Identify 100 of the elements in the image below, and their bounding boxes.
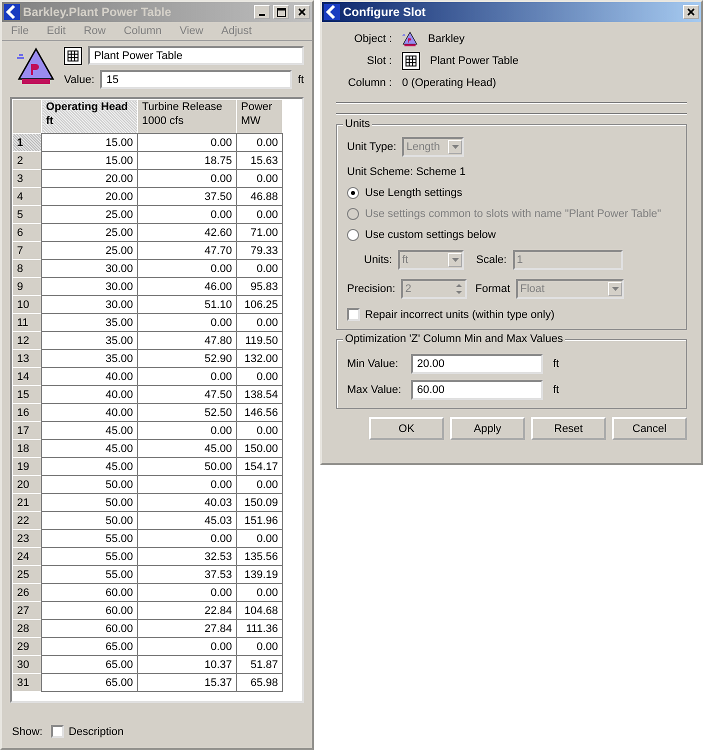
row-header[interactable]: 30: [12, 656, 42, 674]
row-header[interactable]: 13: [12, 350, 42, 368]
table-cell: 46.00: [138, 278, 236, 296]
table-cell: 0.00: [236, 314, 282, 332]
unit-scheme-text: Unit Scheme: Scheme 1: [347, 166, 467, 178]
table-cell: 51.10: [138, 296, 236, 314]
slot-name-field[interactable]: Plant Power Table: [88, 46, 304, 65]
table-cell: 0.00: [236, 206, 282, 224]
table-cell: 0.00: [236, 368, 282, 386]
repair-checkbox[interactable]: [347, 308, 360, 321]
row-header[interactable]: 23: [12, 530, 42, 548]
table-cell: 27.84: [138, 620, 236, 638]
info-label: Column :: [346, 77, 392, 89]
close-button[interactable]: [683, 5, 699, 19]
table-cell: 0.00: [236, 530, 282, 548]
unit-label: ft: [298, 74, 304, 86]
input-field[interactable]: 20.00: [411, 354, 543, 374]
table-cell: 55.00: [42, 548, 138, 566]
table-cell: 0.00: [236, 170, 282, 188]
radio-label: Use Length settings: [365, 187, 462, 199]
table-cell: 0.00: [138, 584, 236, 602]
input-field[interactable]: 60.00: [411, 380, 543, 400]
table-cell: 55.00: [42, 530, 138, 548]
info-label: Object :: [353, 33, 392, 45]
table-cell: 37.50: [138, 188, 236, 206]
table-cell: 0.00: [138, 530, 236, 548]
table-cell: 106.25: [236, 296, 282, 314]
dropdown-arrow-icon: [452, 145, 459, 149]
table-cell: 25.00: [42, 224, 138, 242]
row-header[interactable]: 27: [12, 602, 42, 620]
table-cell: 15.00: [42, 134, 138, 152]
radio-button[interactable]: [347, 229, 359, 241]
dam-icon: [402, 31, 418, 47]
description-checkbox[interactable]: [50, 725, 64, 738]
table-cell: 45.00: [42, 422, 138, 440]
row-header[interactable]: 7: [12, 242, 42, 260]
row-header[interactable]: 22: [12, 512, 42, 530]
dialog-button[interactable]: Reset: [531, 417, 606, 440]
table-cell: 60.00: [42, 602, 138, 620]
row-header[interactable]: 3: [12, 170, 42, 188]
dialog-button[interactable]: Apply: [450, 417, 525, 440]
table-cell: 119.50: [236, 332, 282, 350]
radio-button[interactable]: [347, 187, 359, 199]
table-cell: 52.50: [138, 404, 236, 422]
row-header[interactable]: 28: [12, 620, 42, 638]
value-field[interactable]: 15: [100, 70, 292, 89]
row-header[interactable]: 26: [12, 584, 42, 602]
table-cell: 32.53: [138, 548, 236, 566]
row-header[interactable]: 4: [12, 188, 42, 206]
table-cell: 139.19: [236, 566, 282, 584]
column-header[interactable]: Power MW: [236, 100, 282, 134]
table-cell: 0.00: [236, 422, 282, 440]
unit-type-label: Unit Type:: [347, 141, 396, 153]
table-cell: 0.00: [236, 584, 282, 602]
show-label: Show:: [12, 726, 43, 738]
table-cell: 51.87: [236, 656, 282, 674]
row-header[interactable]: 29: [12, 638, 42, 656]
table-cell: 40.03: [138, 494, 236, 512]
column-header[interactable]: Operating Head ft: [42, 100, 138, 134]
table-cell: 65.98: [236, 674, 282, 692]
row-header[interactable]: 2: [12, 152, 42, 170]
row-header[interactable]: 25: [12, 566, 42, 584]
row-header[interactable]: 21: [12, 494, 42, 512]
row-header[interactable]: 20: [12, 476, 42, 494]
table-cell: 22.84: [138, 602, 236, 620]
table-cell: 18.75: [138, 152, 236, 170]
checkbox-label: Repair incorrect units (within type only): [365, 308, 555, 320]
table-cell: 45.00: [42, 458, 138, 476]
table-cell: 65.00: [42, 674, 138, 692]
row-header[interactable]: 9: [12, 278, 42, 296]
row-header[interactable]: 6: [12, 224, 42, 242]
table-cell: 40.00: [42, 386, 138, 404]
table-cell: 25.00: [42, 206, 138, 224]
table-cell: 0.00: [236, 260, 282, 278]
row-header[interactable]: 8: [12, 260, 42, 278]
dialog-button[interactable]: Cancel: [612, 417, 687, 440]
row-header[interactable]: 10: [12, 296, 42, 314]
row-header[interactable]: 11: [12, 314, 42, 332]
dialog-button[interactable]: OK: [369, 417, 444, 440]
table-cell: 60.00: [42, 584, 138, 602]
dropdown-arrow-icon: [612, 287, 619, 291]
column-header[interactable]: Turbine Release 1000 cfs: [138, 100, 236, 134]
field-label: Max Value:: [347, 384, 402, 396]
row-header[interactable]: 24: [12, 548, 42, 566]
row-header[interactable]: 16: [12, 404, 42, 422]
units-label: Units:: [364, 254, 392, 266]
row-header[interactable]: 19: [12, 458, 42, 476]
row-header[interactable]: 14: [12, 368, 42, 386]
row-header[interactable]: 5: [12, 206, 42, 224]
table-cell: 0.00: [236, 134, 282, 152]
table-cell: 60.00: [42, 620, 138, 638]
row-header[interactable]: 31: [12, 674, 42, 692]
row-header[interactable]: 1: [12, 134, 42, 152]
row-header[interactable]: 12: [12, 332, 42, 350]
table-cell: 154.17: [236, 458, 282, 476]
table-cell: 0.00: [236, 638, 282, 656]
row-header[interactable]: 15: [12, 386, 42, 404]
row-header[interactable]: 18: [12, 440, 42, 458]
table-cell: 0.00: [138, 170, 236, 188]
row-header[interactable]: 17: [12, 422, 42, 440]
